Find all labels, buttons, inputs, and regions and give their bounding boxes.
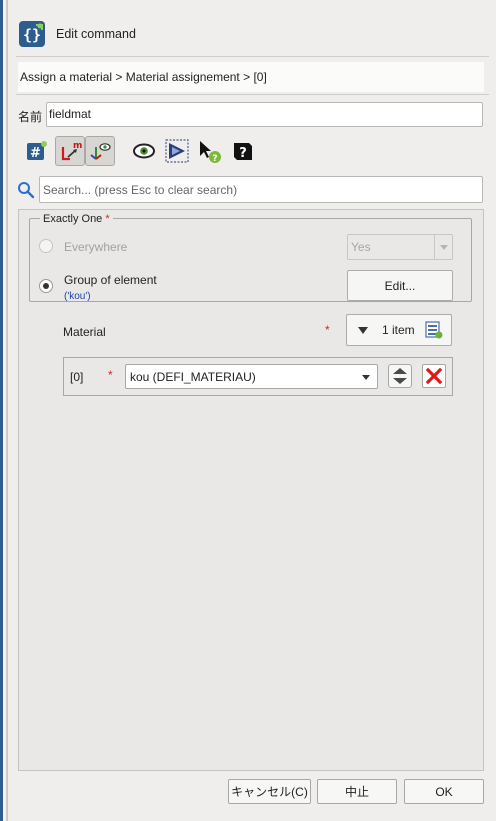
doc-help-icon[interactable]: ? <box>228 136 258 166</box>
svg-text:m: m <box>73 141 82 151</box>
svg-text:#: # <box>30 146 41 161</box>
delete-item-button[interactable] <box>422 364 446 388</box>
svg-text:{}: {} <box>23 26 41 44</box>
chevron-down-icon <box>362 375 370 380</box>
material-required-mark: * <box>325 323 330 337</box>
material-label: Material <box>63 325 106 339</box>
divider <box>16 94 489 95</box>
breadcrumb: Assign a material > Material assignement… <box>18 62 484 92</box>
group-of-element-value: ('kou') <box>64 291 91 302</box>
search-input[interactable]: Search... (press Esc to clear search) <box>39 176 483 203</box>
abort-button[interactable]: 中止 <box>317 779 397 804</box>
svg-text:?: ? <box>212 154 217 164</box>
exactly-one-group: Exactly One * Everywhere Yes Group of el… <box>29 213 472 302</box>
chevron-down-icon <box>434 235 452 259</box>
panel-header: {} Edit command <box>8 10 496 56</box>
material-item-index: [0] <box>70 370 84 384</box>
move-up-down-icon <box>393 368 407 384</box>
search-icon <box>17 181 35 199</box>
eye-icon[interactable] <box>129 136 159 166</box>
filter-run-icon[interactable] <box>162 136 192 166</box>
edit-group-button[interactable]: Edit... <box>347 270 453 301</box>
panel-title: Edit command <box>56 27 136 41</box>
group-of-element-radio[interactable] <box>39 279 53 293</box>
close-icon <box>426 368 442 384</box>
everywhere-radio[interactable] <box>39 239 53 253</box>
pointer-help-icon[interactable]: ? <box>194 136 224 166</box>
chevron-down-icon <box>358 326 368 334</box>
parameters-area: Exactly One * Everywhere Yes Group of el… <box>18 209 484 771</box>
axis-view-icon[interactable] <box>85 136 115 166</box>
everywhere-label: Everywhere <box>64 240 128 254</box>
name-label: 名前 <box>18 110 43 124</box>
exactly-one-title: Exactly One * <box>40 213 113 225</box>
edit-command-panel: {} Edit command Assign a material > Mate… <box>7 0 496 821</box>
local-frame-icon[interactable]: m <box>55 136 85 166</box>
material-list: [0] * kou (DEFI_MATERIAU) <box>63 357 453 396</box>
list-add-icon <box>425 321 443 339</box>
hash-icon[interactable]: # <box>22 136 52 166</box>
move-up-down-button[interactable] <box>388 364 412 388</box>
required-mark: * <box>105 213 110 225</box>
svg-text:?: ? <box>239 146 247 161</box>
edit-command-icon: {} <box>19 21 45 47</box>
material-item-required-mark: * <box>108 368 113 382</box>
name-input[interactable]: fieldmat <box>46 102 483 127</box>
group-of-element-label: Group of element <box>64 273 157 287</box>
material-items-button[interactable]: 1 item <box>346 314 452 346</box>
ok-button[interactable]: OK <box>404 779 484 804</box>
everywhere-combo[interactable]: Yes <box>347 234 453 260</box>
divider <box>16 56 489 57</box>
cancel-button[interactable]: キャンセル(C) <box>228 779 311 804</box>
material-item-combo[interactable]: kou (DEFI_MATERIAU) <box>125 364 378 389</box>
